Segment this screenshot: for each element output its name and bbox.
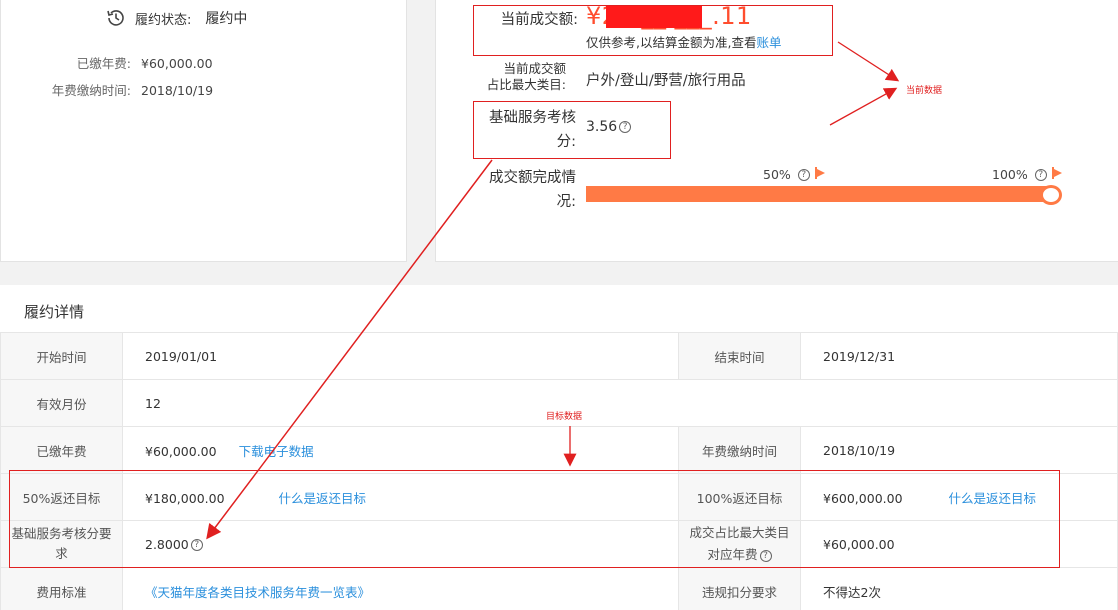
flag-icon [814, 167, 825, 182]
history-clock-icon [105, 7, 127, 29]
status-label: 履约状态: [135, 12, 192, 28]
paid-time-detail-label: 年费缴纳时间 [678, 426, 801, 474]
valid-months-value: 12 [122, 379, 1118, 427]
flag-50: 50% ? [763, 167, 825, 182]
flag-100-label: 100% [992, 167, 1028, 182]
end-time-value: 2019/12/31 [800, 332, 1118, 380]
flag-100: 100% ? [992, 167, 1062, 182]
detail-title: 履约详情 [24, 303, 85, 321]
flag-icon [1051, 167, 1062, 182]
start-time-value: 2019/01/01 [122, 332, 679, 380]
top-category-label: 当前成交额 占比最大类目: [468, 61, 566, 93]
table-row: 已缴年费 ¥60,000.00 下载电子数据 年费缴纳时间 2018/10/19 [0, 426, 1118, 474]
paid-fee-detail-value: ¥60,000.00 [145, 443, 217, 459]
paid-fee-label: 已缴年费: [76, 56, 131, 71]
fulfillment-summary-card: 履约状态: 履约中 已缴年费: ¥60,000.00 年费缴纳时间: 2018/10… [0, 0, 407, 262]
download-data-link[interactable]: 下载电子数据 [239, 444, 314, 459]
annotation-box-targets [9, 470, 1060, 568]
fee-standard-link[interactable]: 《天猫年度各类目技术服务年费一览表》 [145, 585, 370, 600]
paid-fee-value: ¥60,000.00 [141, 56, 213, 71]
table-row: 费用标准 《天猫年度各类目技术服务年费一览表》 违规扣分要求 不得达2次 [0, 567, 1118, 610]
paid-time-label: 年费缴纳时间: [51, 83, 131, 98]
help-question-icon[interactable]: ? [797, 168, 810, 181]
status-row: 履约状态: 履约中 [105, 6, 247, 30]
paid-time-value: 2018/10/19 [141, 83, 214, 98]
paid-time-row: 年费缴纳时间: 2018/10/19 [0, 80, 213, 99]
paid-time-detail-value: 2018/10/19 [800, 426, 1118, 474]
table-row: 开始时间 2019/01/01 结束时间 2019/12/31 [0, 332, 1118, 380]
violation-value: 不得达2次 [800, 567, 1118, 610]
annotation-target-data: 目标数据 [546, 412, 583, 422]
flag-50-label: 50% [763, 167, 791, 182]
annotation-box-score [473, 101, 671, 159]
completion-label-line1: 成交额完成情 [489, 170, 576, 186]
annotation-current-data: 当前数据 [906, 86, 943, 96]
annotation-box-current-amount [473, 5, 833, 56]
paid-fee-row: 已缴年费: ¥60,000.00 [21, 53, 213, 72]
paid-fee-detail-cell: ¥60,000.00 下载电子数据 [122, 426, 679, 474]
fee-standard-label: 费用标准 [0, 567, 123, 610]
completion-progress-bar [586, 186, 1050, 202]
fee-standard-cell: 《天猫年度各类目技术服务年费一览表》 [122, 567, 679, 610]
completion-label-line2: 况: [556, 194, 576, 210]
help-question-icon[interactable]: ? [1034, 168, 1047, 181]
end-time-label: 结束时间 [678, 332, 801, 380]
valid-months-label: 有效月份 [0, 379, 123, 427]
progress-knob [1040, 185, 1062, 205]
top-category-label-line1: 当前成交额 [503, 61, 566, 76]
paid-fee-detail-label: 已缴年费 [0, 426, 123, 474]
top-category-label-line2: 占比最大类目: [486, 77, 566, 92]
completion-label: 成交额完成情 况: [476, 166, 576, 214]
status-value: 履约中 [205, 11, 248, 27]
top-category-value: 户外/登山/野营/旅行用品 [586, 73, 746, 89]
start-time-label: 开始时间 [0, 332, 123, 380]
violation-label: 违规扣分要求 [678, 567, 801, 610]
